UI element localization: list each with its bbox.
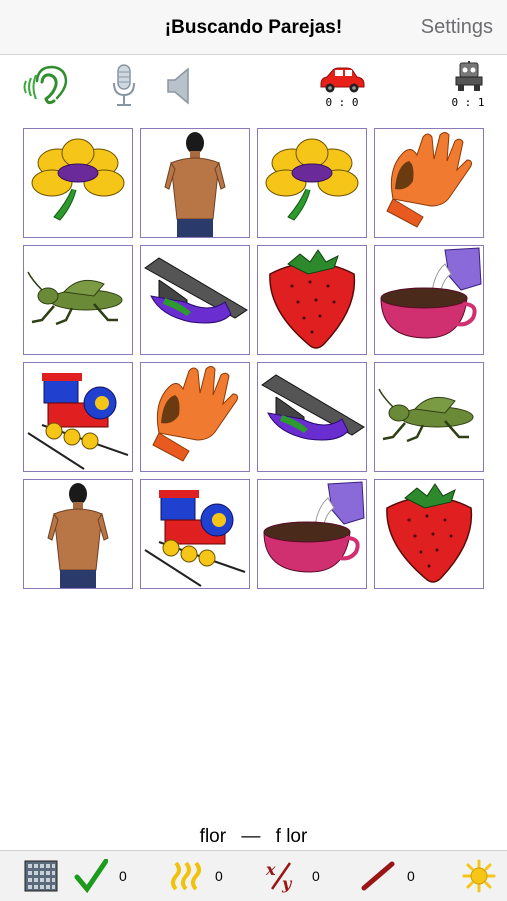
slash-count: 0 [407, 868, 415, 884]
card-bridge[interactable] [257, 362, 367, 472]
card-strawberry[interactable] [257, 245, 367, 355]
strawberry-icon [269, 249, 356, 349]
bridge-icon [144, 257, 248, 324]
flower-icon [31, 138, 125, 221]
bottom-bar: 0 0 x y 0 0 [0, 850, 507, 901]
ear-sound-icon[interactable] [20, 65, 76, 114]
card-train[interactable] [23, 362, 133, 472]
microphone-icon[interactable] [110, 63, 138, 114]
correct-count: 0 [119, 868, 127, 884]
correct-check-icon[interactable] [74, 858, 109, 894]
train-icon [144, 490, 246, 587]
glove-icon [152, 366, 238, 462]
train-icon [27, 373, 129, 470]
flower-icon [265, 138, 359, 221]
card-man-back[interactable] [140, 128, 250, 238]
word-pair: flor — f lor [0, 826, 507, 848]
card-glove[interactable] [140, 362, 250, 472]
card-grasshopper[interactable] [374, 362, 484, 472]
svg-text:y: y [281, 874, 293, 893]
word-separator: — [241, 826, 261, 847]
card-flower[interactable] [23, 128, 133, 238]
speaker-icon[interactable] [164, 67, 194, 110]
card-milk-cup[interactable] [257, 479, 367, 589]
grasshopper-icon [378, 388, 474, 443]
card-glove[interactable] [374, 128, 484, 238]
card-train[interactable] [140, 479, 250, 589]
robot-icon [452, 61, 486, 98]
svg-text:x: x [265, 860, 276, 879]
man-back-icon [47, 483, 109, 588]
card-grasshopper[interactable] [23, 245, 133, 355]
grasshopper-icon [27, 271, 123, 326]
slash-icon[interactable] [360, 860, 396, 894]
xy-count: 0 [312, 868, 320, 884]
toolbar: 0 : 0 0 : 1 [0, 55, 507, 115]
man-back-icon [164, 132, 226, 237]
milk-cup-icon [380, 247, 482, 339]
card-flower[interactable] [257, 128, 367, 238]
car-icon [318, 67, 366, 98]
card-bridge[interactable] [140, 245, 250, 355]
word-split: f lor [275, 826, 308, 847]
player-score: 0 : 0 [325, 96, 359, 109]
settings-button[interactable]: Settings [421, 16, 493, 39]
card-strawberry[interactable] [374, 479, 484, 589]
sss-sound-icon[interactable] [170, 861, 204, 895]
glove-icon [386, 132, 472, 228]
robot-score: 0 : 1 [451, 96, 485, 109]
milk-cup-icon [263, 481, 365, 573]
card-milk-cup[interactable] [374, 245, 484, 355]
card-grid [23, 128, 485, 589]
bridge-icon [261, 374, 365, 441]
card-man-back[interactable] [23, 479, 133, 589]
strawberry-icon [386, 483, 473, 583]
grid-keyboard-icon[interactable] [24, 860, 58, 894]
xy-fraction-icon[interactable]: x y [264, 859, 300, 893]
word: flor [199, 826, 227, 847]
sss-count: 0 [215, 868, 223, 884]
navigation-bar: ¡Buscando Parejas! Settings [0, 0, 507, 55]
sun-icon[interactable] [462, 859, 496, 893]
